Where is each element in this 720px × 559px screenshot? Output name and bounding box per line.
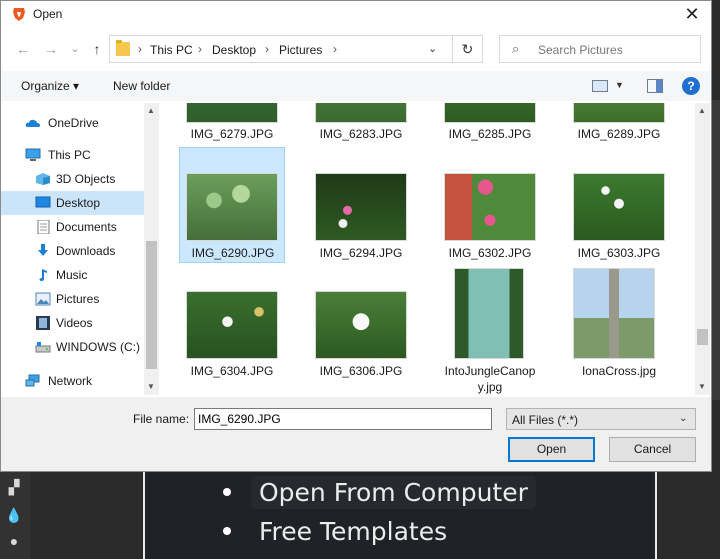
folder-icon [116, 40, 130, 56]
file-tile[interactable]: IMG_6303.JPG [566, 147, 672, 263]
sidebar-item-3d-objects[interactable]: 3D Objects [1, 167, 144, 191]
file-tile[interactable]: IMG_6306.JPG [308, 265, 414, 381]
sidebar-item-windows-drive[interactable]: WINDOWS (C:) [1, 335, 144, 359]
search-input[interactable]: ⌕ Search Pictures [499, 35, 701, 63]
help-icon[interactable]: ? [682, 77, 700, 95]
up-button[interactable]: ↑ [87, 39, 107, 59]
organize-menu[interactable]: Organize ▾ [21, 79, 79, 93]
sidebar-item-desktop[interactable]: Desktop [1, 191, 144, 215]
recent-locations-button[interactable]: ⌄ [65, 39, 85, 59]
file-tile[interactable]: IMG_6304.JPG [179, 265, 285, 381]
search-placeholder: Search Pictures [538, 43, 623, 57]
address-bar[interactable]: › This PC › Desktop › Pictures › ⌄ [109, 35, 453, 63]
breadcrumb-this-pc[interactable]: This PC [150, 43, 193, 57]
image-thumbnail [444, 103, 536, 123]
breadcrumb-desktop[interactable]: Desktop [212, 43, 256, 57]
file-name-label: File name: [133, 412, 190, 426]
sidebar-scroll-thumb[interactable] [146, 241, 157, 369]
network-icon [25, 374, 40, 387]
image-thumbnail [186, 173, 278, 241]
cloud-icon [25, 119, 40, 127]
file-grid-scrollbar[interactable]: ▲ ▼ [695, 103, 710, 395]
close-button[interactable]: ✕ [673, 1, 711, 29]
scroll-down-icon[interactable]: ▼ [147, 382, 155, 391]
navigation-bar: ← → ⌄ ↑ › This PC › Desktop › Pictures ›… [1, 33, 711, 65]
dialog-title: Open [33, 7, 63, 21]
computer-icon [25, 148, 41, 161]
chevron-down-icon: ⌄ [679, 413, 688, 424]
image-thumbnail [573, 173, 665, 241]
image-thumbnail [573, 103, 665, 123]
pictures-icon [35, 292, 51, 306]
forward-button[interactable]: → [41, 39, 61, 59]
breadcrumb-pictures[interactable]: Pictures [279, 43, 322, 57]
document-icon [37, 220, 50, 234]
sidebar-item-downloads[interactable]: Downloads [1, 239, 144, 263]
brave-lion-icon [13, 8, 25, 21]
refresh-button[interactable]: ↻ [453, 35, 483, 63]
download-icon [38, 244, 48, 256]
new-folder-button[interactable]: New folder [113, 79, 170, 93]
tool-strip: ▞ 💧 ● [0, 470, 30, 559]
desktop-icon [35, 196, 51, 208]
open-button[interactable]: Open [508, 437, 595, 462]
navigation-pane: OneDrive This PC 3D Objects Desktop Docu… [1, 103, 159, 395]
view-options-icon[interactable] [592, 80, 608, 92]
open-file-dialog: Open ✕ ← → ⌄ ↑ › This PC › Desktop › Pic… [0, 0, 712, 472]
sidebar-item-network[interactable]: Network [1, 369, 144, 393]
file-grid: IMG_6279.JPG IMG_6283.JPG IMG_6285.JPG I… [161, 103, 695, 395]
view-dropdown-icon[interactable]: ▼ [615, 80, 624, 90]
music-icon [39, 269, 47, 281]
image-thumbnail [186, 291, 278, 359]
command-bar: Organize ▾ New folder ▼ ? [1, 71, 711, 101]
title-bar: Open ✕ [1, 1, 711, 29]
scroll-up-icon[interactable]: ▲ [698, 106, 706, 115]
file-tile[interactable]: IMG_6302.JPG [437, 147, 543, 263]
sidebar-item-documents[interactable]: Documents [1, 215, 144, 239]
scroll-down-icon[interactable]: ▼ [698, 382, 706, 391]
image-thumbnail [315, 291, 407, 359]
sidebar-item-onedrive[interactable]: OneDrive [1, 111, 144, 135]
file-tile[interactable]: IntoJungleCanop y.jpg [437, 265, 543, 395]
drive-icon [35, 342, 51, 353]
right-panel-strip [712, 100, 720, 400]
cube-icon [36, 173, 50, 185]
image-thumbnail [186, 103, 278, 123]
scroll-up-icon[interactable]: ▲ [147, 106, 155, 115]
file-name-input[interactable] [194, 408, 492, 430]
file-tile[interactable]: IonaCross.jpg [566, 265, 672, 381]
start-panel: Open From Computer Free Templates [143, 470, 657, 559]
image-thumbnail [444, 173, 536, 241]
drop-tool-icon[interactable]: 💧 [5, 506, 23, 524]
chevron-down-icon[interactable]: ⌄ [428, 42, 437, 55]
file-tile[interactable]: IMG_6283.JPG [308, 103, 414, 143]
preview-pane-icon[interactable] [647, 79, 663, 93]
file-tile[interactable]: IMG_6294.JPG [308, 147, 414, 263]
image-thumbnail [454, 268, 524, 359]
dialog-footer: File name: All Files (*.*) ⌄ Open Cancel [1, 397, 711, 471]
file-type-select[interactable]: All Files (*.*) ⌄ [506, 408, 696, 430]
file-grid-scroll-thumb[interactable] [697, 329, 708, 345]
back-button[interactable]: ← [13, 39, 33, 59]
image-thumbnail [315, 103, 407, 123]
image-thumbnail [315, 173, 407, 241]
video-icon [36, 316, 50, 330]
sidebar-item-this-pc[interactable]: This PC [1, 143, 144, 167]
file-tile[interactable]: IMG_6289.JPG [566, 103, 672, 143]
image-thumbnail [573, 268, 655, 359]
sidebar-item-pictures[interactable]: Pictures [1, 287, 144, 311]
file-tile[interactable]: IMG_6285.JPG [437, 103, 543, 143]
sidebar-item-videos[interactable]: Videos [1, 311, 144, 335]
gradient-tool-icon[interactable]: ▞ [5, 478, 23, 496]
search-icon: ⌕ [512, 41, 520, 56]
file-tile[interactable]: IMG_6279.JPG [179, 103, 285, 143]
dodge-tool-icon[interactable]: ● [5, 532, 23, 550]
file-tile-selected[interactable]: IMG_6290.JPG [179, 147, 285, 263]
sidebar-item-music[interactable]: Music [1, 263, 144, 287]
cancel-button[interactable]: Cancel [609, 437, 696, 462]
sidebar-scrollbar[interactable]: ▲ ▼ [144, 103, 159, 395]
